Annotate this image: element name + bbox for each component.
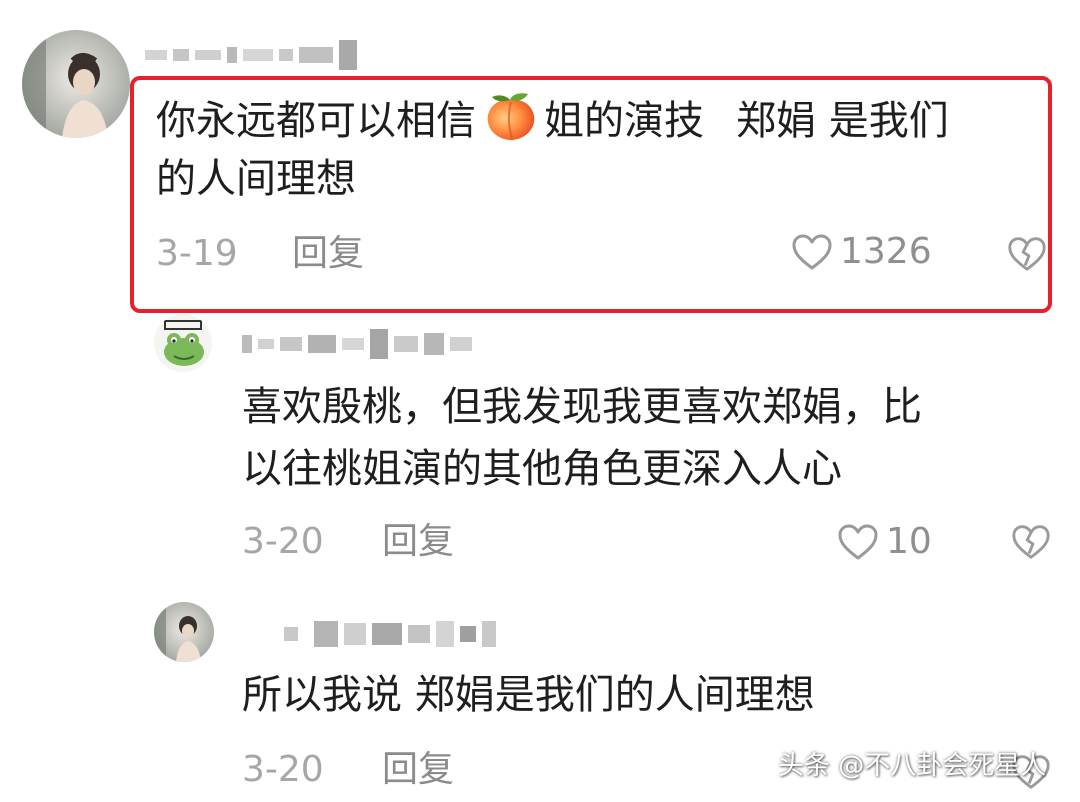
reply-button[interactable]: 回复 (292, 232, 364, 276)
comment-date: 3-20 (242, 521, 324, 562)
heart-outline-icon (838, 524, 878, 560)
dislike-button[interactable] (1010, 522, 1052, 566)
comment-text: 你永远都可以相信 姐的演技 郑娟 是我们 (156, 90, 949, 150)
like-count: 1326 (840, 231, 932, 272)
username-blurred[interactable] (145, 38, 357, 72)
dislike-button[interactable] (1006, 234, 1048, 278)
comment-text: 的人间理想 (156, 156, 356, 202)
reply-button[interactable]: 回复 (382, 520, 454, 564)
comment-text: 以往桃姐演的其他角色更深入人心 (242, 446, 842, 492)
comment-text: 喜欢殷桃，但我发现我更喜欢郑娟，比 (242, 384, 922, 430)
like-count: 10 (886, 521, 932, 562)
avatar[interactable] (22, 30, 130, 138)
comment-thread: 你永远都可以相信 姐的演技郑娟 是我们 的人间理想 3-19 回复 1326 (0, 0, 1080, 802)
comment-text-part: 姐的演技 (544, 98, 704, 144)
comment-date: 3-20 (242, 749, 324, 790)
like-button[interactable]: 1326 (790, 230, 932, 274)
comment-text-part: 你永远都可以相信 (156, 98, 476, 144)
avatar[interactable] (154, 602, 214, 662)
watermark: 头条 @不八卦会死星人 (778, 751, 1047, 781)
comment-text: 所以我说 郑娟是我们的人间理想 (242, 672, 815, 718)
heart-outline-icon (792, 234, 832, 270)
reply-button[interactable]: 回复 (382, 748, 454, 792)
broken-heart-icon (1008, 237, 1046, 271)
broken-heart-icon (1012, 525, 1050, 559)
comment-text-part: 郑娟 是我们 (736, 98, 949, 144)
comment-date: 3-19 (156, 233, 238, 274)
like-button[interactable]: 10 (836, 520, 932, 564)
username-blurred[interactable] (242, 326, 472, 362)
avatar[interactable] (154, 314, 212, 372)
peach-emoji-icon (482, 90, 540, 142)
username-blurred[interactable] (284, 618, 496, 650)
